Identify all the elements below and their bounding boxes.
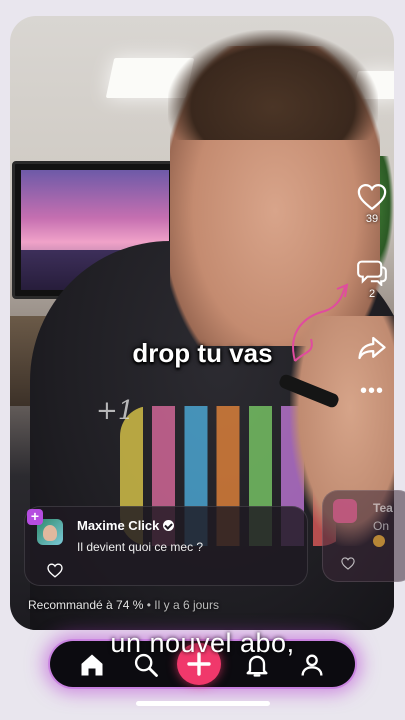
like-count: 39 bbox=[365, 213, 379, 225]
next-comment-card[interactable]: Tea On bbox=[322, 490, 405, 582]
recommendation-score: Recommandé à 74 % bbox=[28, 598, 144, 612]
app-frame: +1 drop tu vas 39 2 ••• + Maxime Click I… bbox=[0, 0, 405, 720]
scene-doodle: +1 bbox=[96, 396, 135, 426]
share-icon bbox=[358, 336, 386, 360]
post-age: • Il y a 6 jours bbox=[146, 598, 219, 612]
comment-username[interactable]: Maxime Click bbox=[77, 518, 175, 533]
plus-badge[interactable]: + bbox=[27, 509, 43, 525]
video-overlay-caption: drop tu vas bbox=[132, 338, 273, 368]
next-comment-text: On bbox=[373, 519, 390, 533]
comment-button[interactable]: 2 bbox=[355, 258, 389, 300]
comment-preview-card[interactable]: + Maxime Click Il devient quoi ce mec ? bbox=[24, 506, 308, 586]
comment-username-text: Maxime Click bbox=[77, 518, 160, 533]
heart-icon bbox=[357, 183, 387, 211]
more-options-button[interactable]: ••• bbox=[355, 381, 389, 401]
home-indicator bbox=[136, 701, 270, 706]
comment-count: 2 bbox=[368, 288, 376, 300]
scene-person-hair bbox=[168, 30, 378, 140]
share-button[interactable] bbox=[355, 334, 389, 362]
comment-heart-icon[interactable] bbox=[47, 563, 63, 578]
emoji-icon bbox=[373, 535, 385, 547]
next-comment-username: Tea bbox=[373, 501, 393, 515]
comment-icon bbox=[357, 260, 387, 286]
comment-text: Il devient quoi ce mec ? bbox=[77, 540, 204, 554]
like-button[interactable]: 39 bbox=[355, 183, 389, 225]
next-comment-heart-icon[interactable] bbox=[341, 557, 355, 570]
avatar bbox=[333, 499, 357, 523]
video-subtitle: un nouvel abo, bbox=[110, 628, 295, 658]
recommendation-info: Recommandé à 74 % • Il y a 6 jours bbox=[28, 598, 219, 612]
more-icon: ••• bbox=[359, 380, 384, 402]
verified-icon bbox=[163, 520, 175, 531]
